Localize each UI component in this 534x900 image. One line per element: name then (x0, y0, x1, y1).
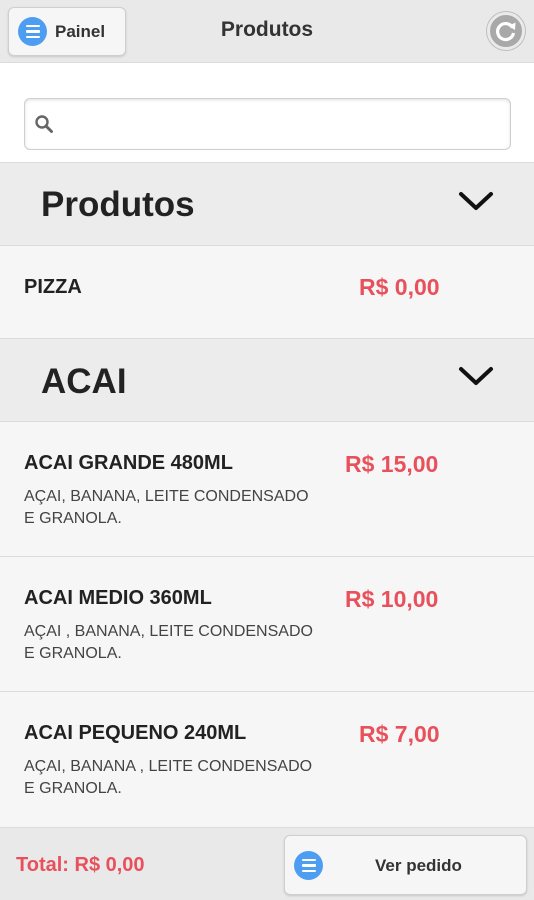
product-price: R$ 10,00 (345, 586, 439, 612)
list-icon (294, 851, 323, 880)
product-price: R$ 7,00 (359, 721, 440, 747)
chevron-down-icon (459, 367, 493, 385)
product-name: ACAI MEDIO 360ML (24, 587, 212, 609)
product-item-acai-medio[interactable]: ACAI MEDIO 360ML R$ 10,00 AÇAI , BANANA,… (0, 557, 534, 692)
refresh-button[interactable] (487, 12, 525, 50)
bottom-bar: Total: R$ 0,00 Ver pedido (0, 827, 534, 900)
search-input[interactable] (61, 99, 501, 149)
product-name: PIZZA (24, 276, 82, 298)
refresh-icon (496, 22, 516, 42)
ver-pedido-label: Ver pedido (375, 856, 462, 875)
top-bar: Painel Produtos (0, 0, 534, 63)
product-name: ACAI PEQUENO 240ML (24, 722, 247, 744)
page-title: Produtos (220, 18, 314, 41)
category-header-produtos[interactable]: Produtos (0, 163, 534, 246)
product-item-acai-grande[interactable]: ACAI GRANDE 480ML R$ 15,00 AÇAI, BANANA,… (0, 422, 534, 557)
product-description: AÇAI , BANANA, LEITE CONDENSADO E GRANOL… (24, 623, 313, 662)
product-name: ACAI GRANDE 480ML (24, 452, 233, 474)
category-title: Produtos (41, 185, 195, 224)
category-title: ACAI (41, 362, 127, 401)
product-description: AÇAI, BANANA, LEITE CONDENSADO E GRANOLA… (24, 488, 309, 527)
product-item-acai-pequeno[interactable]: ACAI PEQUENO 240ML R$ 7,00 AÇAI, BANANA … (0, 692, 534, 827)
product-description: AÇAI, BANANA , LEITE CONDENSADO E GRANOL… (24, 758, 313, 797)
chevron-down-icon (459, 192, 493, 210)
order-total: Total: R$ 0,00 (16, 854, 145, 876)
search-box[interactable] (24, 98, 511, 150)
product-price: R$ 0,00 (359, 274, 440, 300)
product-item-pizza[interactable]: PIZZA R$ 0,00 (0, 246, 534, 339)
search-icon (35, 115, 53, 133)
category-header-acai[interactable]: ACAI (0, 339, 534, 422)
search-area (0, 63, 534, 163)
product-price: R$ 15,00 (345, 451, 439, 477)
ver-pedido-button[interactable]: Ver pedido (284, 835, 527, 895)
